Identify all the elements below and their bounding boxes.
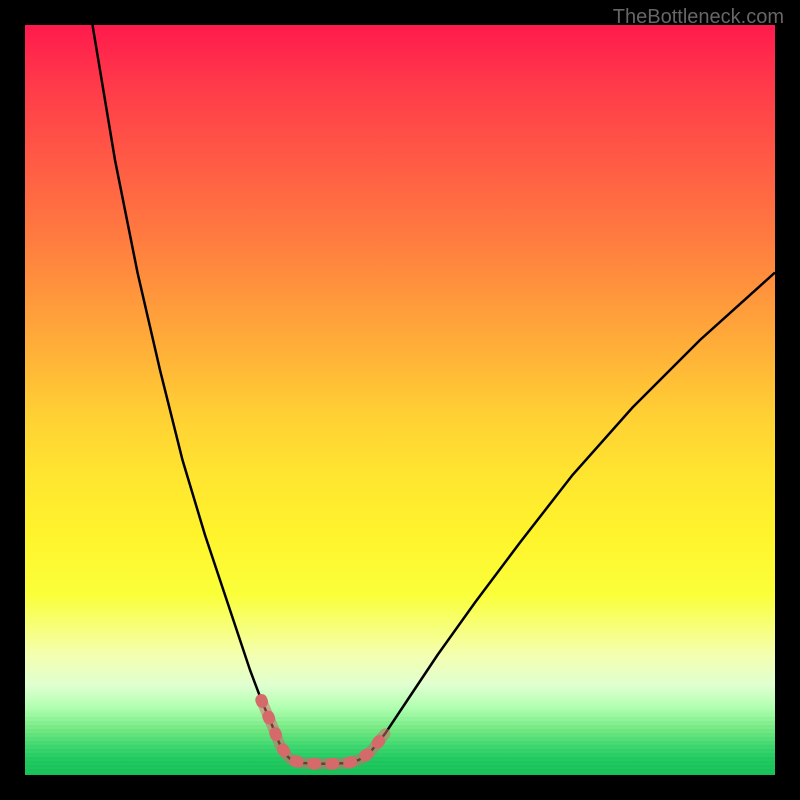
- curve-svg: [25, 25, 775, 775]
- watermark-text: TheBottleneck.com: [613, 6, 784, 29]
- curve-group: [93, 25, 776, 764]
- fitness-marker-underlay: [261, 700, 385, 764]
- bottleneck-curve-path: [93, 25, 776, 764]
